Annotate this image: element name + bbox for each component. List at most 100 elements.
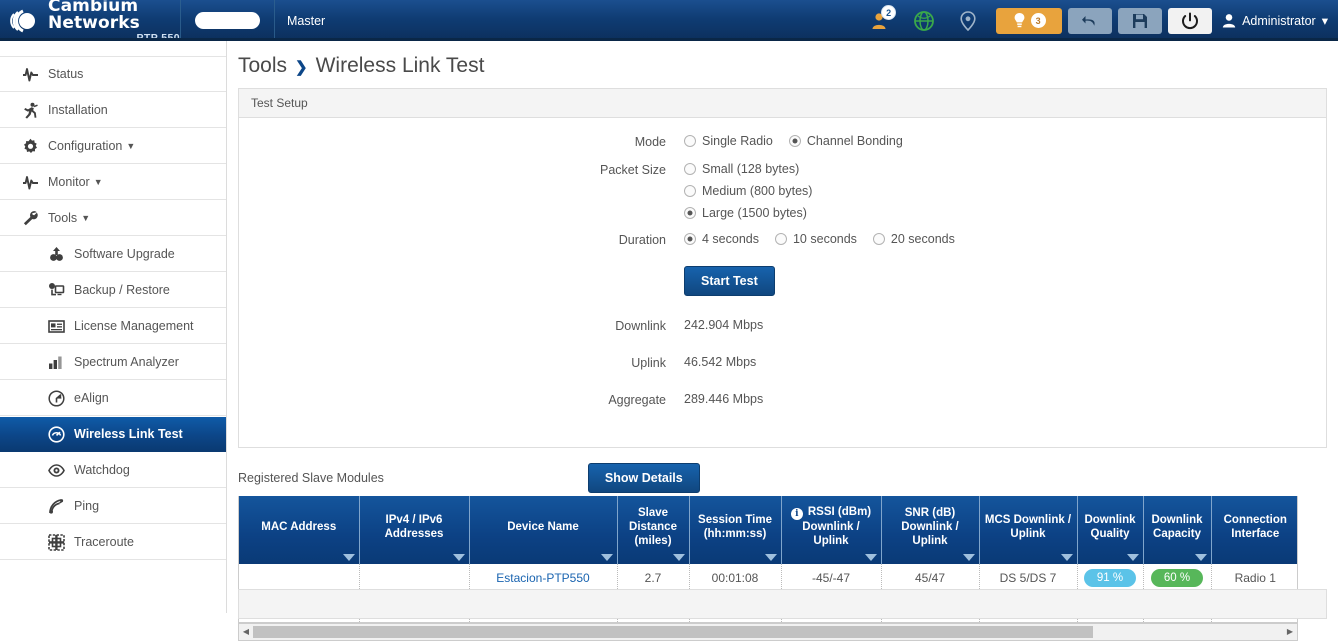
save-button[interactable] (1118, 8, 1162, 34)
scroll-left-arrow-icon[interactable]: ◀ (239, 627, 253, 636)
sort-arrow-icon[interactable] (673, 554, 685, 561)
column-header-snr-db-downlink-uplink[interactable]: SNR (dB) Downlink / Uplink (881, 496, 979, 564)
result-value: 46.542 Mbps (684, 355, 756, 369)
sort-arrow-icon[interactable] (343, 554, 355, 561)
column-header-mac-address[interactable]: MAC Address (239, 496, 359, 564)
duration-option-20-seconds[interactable]: 20 seconds (873, 232, 955, 246)
gear-icon (22, 138, 48, 155)
show-details-button[interactable]: Show Details (588, 463, 700, 493)
radio-button-icon[interactable] (684, 163, 696, 175)
column-header-rssi-dbm-downlink-uplink[interactable]: iRSSI (dBm) Downlink / Uplink (781, 496, 881, 564)
column-header-session-time-hh-mm-ss[interactable]: Session Time (hh:mm:ss) (689, 496, 781, 564)
radio-label: Channel Bonding (807, 134, 903, 148)
packet-size-option-medium-800-bytes[interactable]: Medium (800 bytes) (684, 184, 812, 198)
sort-arrow-icon[interactable] (453, 554, 465, 561)
sidebar-item-installation[interactable]: Installation (0, 92, 226, 128)
sort-arrow-icon[interactable] (1061, 554, 1073, 561)
sidebar-item-label: Watchdog (74, 463, 130, 477)
power-icon (1181, 12, 1199, 30)
scrollbar-thumb[interactable] (253, 626, 1093, 638)
mode-option-channel-bonding[interactable]: Channel Bonding (789, 134, 903, 148)
sidebar-item-status[interactable]: Status (0, 56, 226, 92)
power-button[interactable] (1168, 8, 1212, 34)
sidebar-item-software-upgrade[interactable]: Software Upgrade (0, 236, 226, 272)
radio-button-icon[interactable] (684, 207, 696, 219)
sidebar-item-watchdog[interactable]: Watchdog (0, 452, 226, 488)
globe-icon[interactable] (902, 0, 946, 41)
antenna-icon (48, 390, 74, 407)
undo-icon (1081, 13, 1099, 29)
user-name-label: Administrator (1242, 14, 1316, 28)
sidebar-item-label: Tools (48, 211, 77, 225)
sidebar-item-tools[interactable]: Tools▼ (0, 200, 226, 236)
breadcrumb-parent[interactable]: Tools (238, 54, 287, 78)
sidebar-item-license-management[interactable]: License Management (0, 308, 226, 344)
duration-option-4-seconds[interactable]: 4 seconds (684, 232, 759, 246)
sort-arrow-icon[interactable] (765, 554, 777, 561)
column-header-downlink-capacity[interactable]: Downlink Capacity (1143, 496, 1211, 564)
mode-radio-group: Single Radio Channel Bonding (684, 134, 919, 150)
sidebar-item-configuration[interactable]: Configuration▼ (0, 128, 226, 164)
bottom-panel (238, 589, 1327, 619)
sort-arrow-icon[interactable] (963, 554, 975, 561)
radio-button-icon[interactable] (684, 233, 696, 245)
sidebar-item-traceroute[interactable]: Traceroute (0, 524, 226, 560)
radio-button-icon[interactable] (775, 233, 787, 245)
sidebar-item-monitor[interactable]: Monitor▼ (0, 164, 226, 200)
scroll-right-arrow-icon[interactable]: ▶ (1283, 627, 1297, 636)
mode-option-single-radio[interactable]: Single Radio (684, 134, 773, 148)
header-divider-1 (180, 0, 181, 41)
column-header-connection-interface[interactable]: Connection Interface (1211, 496, 1298, 564)
main-content: Tools ❯ Wireless Link Test Test Setup Mo… (227, 41, 1338, 613)
undo-button[interactable] (1068, 8, 1112, 34)
column-header-downlink-quality[interactable]: Downlink Quality (1077, 496, 1143, 564)
duration-row: Duration 4 seconds10 seconds20 seconds (239, 232, 1326, 248)
device-role-label: Master (275, 14, 325, 28)
sidebar-item-backup-restore[interactable]: Backup / Restore (0, 272, 226, 308)
column-header-label: Device Name (507, 521, 579, 533)
chevron-down-icon: ▼ (126, 141, 135, 151)
sidebar-item-ealign[interactable]: eAlign (0, 380, 226, 416)
sidebar-item-spectrum-analyzer[interactable]: Spectrum Analyzer (0, 344, 226, 380)
radio-label: Large (1500 bytes) (702, 206, 807, 220)
info-icon[interactable]: i (791, 508, 803, 520)
device-name-link[interactable]: Estacion-PTP550 (496, 571, 589, 585)
mode-row: Mode Single RadioChannel Bonding (239, 134, 1326, 150)
sidebar-item-label: Status (48, 67, 83, 81)
radio-button-icon[interactable] (789, 135, 801, 147)
user-menu[interactable]: Administrator ▾ (1222, 13, 1328, 28)
test-setup-form: Mode Single RadioChannel Bonding Packet … (239, 118, 1326, 447)
packet-size-option-small-128-bytes[interactable]: Small (128 bytes) (684, 162, 812, 176)
notification-count-badge: 3 (1031, 13, 1046, 28)
start-test-button[interactable]: Start Test (684, 266, 775, 296)
radio-button-icon[interactable] (684, 135, 696, 147)
duration-option-10-seconds[interactable]: 10 seconds (775, 232, 857, 246)
table-horizontal-scrollbar[interactable]: ◀ ▶ (238, 624, 1298, 641)
device-status-pill (195, 12, 260, 29)
column-header-ipv4-ipv6-addresses[interactable]: IPv4 / IPv6 Addresses (359, 496, 469, 564)
sort-arrow-icon[interactable] (1127, 554, 1139, 561)
sort-arrow-icon[interactable] (865, 554, 877, 561)
user-alert-icon[interactable]: 2 (858, 0, 902, 41)
radio-button-icon[interactable] (873, 233, 885, 245)
result-label: Uplink (239, 355, 684, 370)
notifications-button[interactable]: 3 (996, 8, 1062, 34)
location-pin-icon[interactable] (946, 0, 990, 41)
sidebar-item-label: Installation (48, 103, 108, 117)
sidebar-item-ping[interactable]: Ping (0, 488, 226, 524)
sort-arrow-icon[interactable] (1195, 554, 1207, 561)
sidebar-item-label: Traceroute (74, 535, 134, 549)
packet-size-option-large-1500-bytes[interactable]: Large (1500 bytes) (684, 206, 812, 220)
column-header-mcs-downlink-uplink[interactable]: MCS Downlink / Uplink (979, 496, 1077, 564)
column-header-device-name[interactable]: Device Name (469, 496, 617, 564)
column-header-slave-distance-miles[interactable]: Slave Distance (miles) (617, 496, 689, 564)
column-header-label: MCS Downlink / Uplink (985, 514, 1071, 540)
sidebar-item-wireless-link-test[interactable]: Wireless Link Test (0, 416, 226, 452)
column-header-label: SNR (dB) Downlink / Uplink (901, 507, 959, 547)
test-results: Downlink242.904 MbpsUplink46.542 MbpsAgg… (239, 318, 1326, 407)
header-actions: 2 3 (858, 0, 1338, 41)
sort-arrow-icon[interactable] (601, 554, 613, 561)
result-row-aggregate: Aggregate289.446 Mbps (239, 392, 1326, 407)
radio-button-icon[interactable] (684, 185, 696, 197)
result-row-uplink: Uplink46.542 Mbps (239, 355, 1326, 370)
